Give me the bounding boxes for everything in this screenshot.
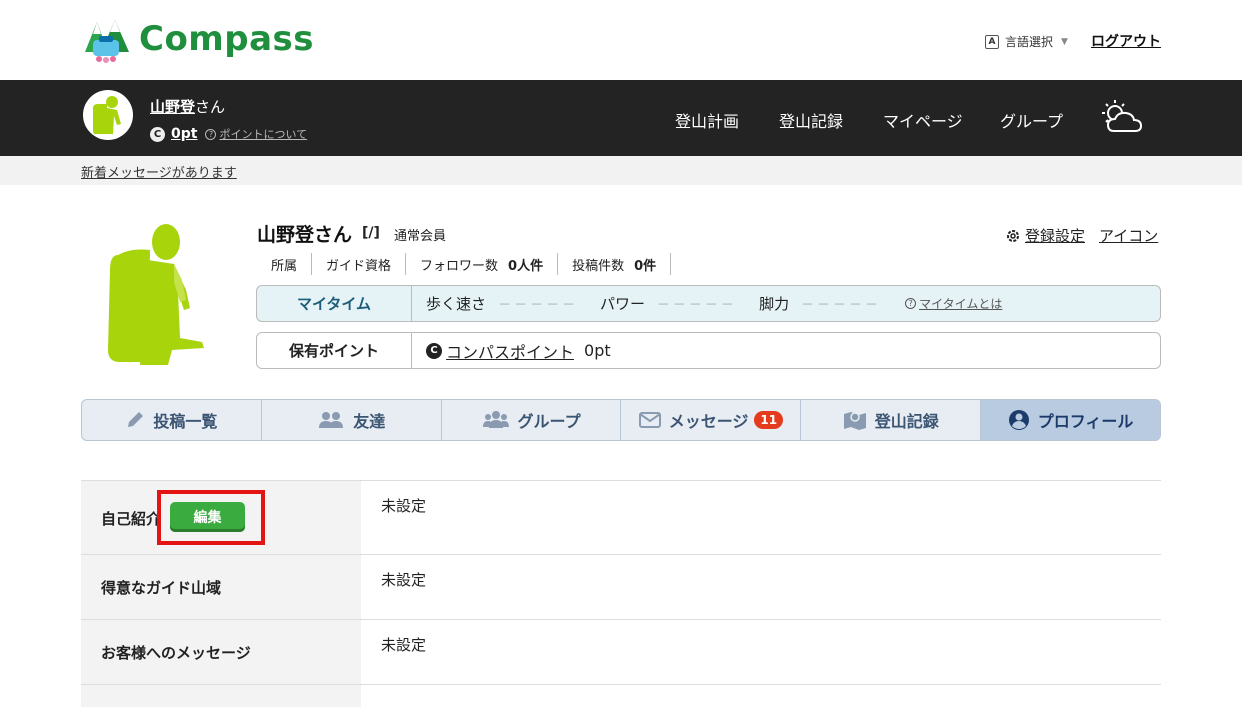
tab-climb-record[interactable]: 登山記録: [800, 400, 980, 440]
language-selector[interactable]: A 言語選択 ▼: [985, 33, 1068, 50]
nav-group[interactable]: グループ: [1000, 108, 1063, 132]
power-label: パワー: [600, 295, 646, 313]
nav-points-value[interactable]: 0pt: [171, 126, 197, 142]
profile-tabs: 投稿一覧 友達 グループ メッセージ 11 登山記録 プロフィール: [81, 399, 1161, 441]
stat-affiliation: 所属: [257, 253, 311, 275]
logo-text: Compass: [139, 19, 314, 59]
new-message-link[interactable]: 新着メッセージがあります: [81, 162, 237, 181]
nav-points: C 0pt ? ポイントについて: [150, 126, 307, 142]
friends-icon: [319, 412, 344, 428]
detail-value-guide-area: 未設定: [381, 571, 427, 589]
mytime-title: マイタイム: [257, 286, 412, 321]
stat-affiliation-label: 所属: [271, 258, 298, 274]
tab-posts-label: 投稿一覧: [153, 412, 218, 431]
user-circle-icon: [1008, 410, 1029, 430]
language-icon: A: [985, 34, 999, 49]
map-icon: [843, 412, 866, 430]
mytime-help-link[interactable]: ? マイタイムとは: [905, 295, 1002, 312]
nav-user-suffix: さん: [195, 98, 226, 116]
profile-rank: [/]: [362, 225, 380, 241]
mytime-power: パワー －－－－－: [600, 293, 737, 314]
logout-link[interactable]: ログアウト: [1091, 31, 1161, 51]
mytime-box: マイタイム 歩く速さ －－－－－ パワー －－－－－ 脚力 －－－－－ ? マイタイム…: [256, 285, 1161, 322]
walk-speed-label: 歩く速さ: [426, 295, 487, 313]
leg-strength-label: 脚力: [759, 295, 790, 313]
stat-guide-license: ガイド資格: [311, 253, 405, 275]
registration-settings-link[interactable]: 登録設定: [1005, 225, 1085, 246]
member-type: 通常会員: [394, 229, 447, 244]
detail-label-customer-message: お客様へのメッセージ: [81, 620, 361, 685]
stat-followers-value: 0人件: [508, 258, 544, 274]
points-help-label: ポイントについて: [219, 128, 308, 141]
nav-user-name[interactable]: 山野登: [150, 98, 195, 116]
nav-my-page[interactable]: マイページ: [883, 108, 963, 132]
icon-settings-link[interactable]: アイコン: [1099, 225, 1158, 246]
mytime-leg-strength: 脚力 －－－－－: [759, 293, 881, 314]
stat-followers[interactable]: フォロワー数 0人件: [405, 253, 557, 275]
highlight-annotation-box: [157, 490, 265, 545]
question-icon: ?: [205, 128, 217, 140]
stat-followers-label: フォロワー数: [420, 258, 499, 274]
mytime-help-label: マイタイムとは: [919, 297, 1003, 311]
stat-posts-value: 0件: [634, 258, 657, 274]
tab-messages-label: メッセージ: [668, 412, 749, 431]
walk-speed-value: －－－－－: [498, 298, 579, 313]
tab-friends[interactable]: 友達: [260, 400, 441, 440]
nav-climb-record[interactable]: 登山記録: [779, 108, 843, 132]
gear-icon: [1007, 229, 1019, 242]
leg-strength-value: －－－－－: [801, 298, 882, 313]
detail-label-guide-area: 得意なガイド山域: [81, 555, 361, 619]
tab-climb-record-label: 登山記録: [874, 412, 939, 431]
compass-point-icon: C: [426, 342, 442, 359]
language-label: 言語選択: [1005, 35, 1054, 49]
nav-user-greeting: 山野登さん: [150, 96, 225, 117]
stat-guide-license-label: ガイド資格: [326, 258, 392, 274]
pencil-icon: [128, 412, 144, 427]
points-box-title: 保有ポイント: [257, 333, 412, 368]
main-navbar: 山野登さん C 0pt ? ポイントについて 登山計画 登山記録 マイページ グ…: [0, 80, 1242, 156]
detail-value-customer-message: 未設定: [381, 636, 427, 654]
points-box: 保有ポイント C コンパスポイント 0pt: [256, 332, 1161, 369]
points-help-link[interactable]: ? ポイントについて: [205, 126, 307, 142]
registration-settings-label: 登録設定: [1025, 227, 1086, 245]
nav-climb-plan[interactable]: 登山計画: [675, 108, 739, 132]
compass-logo[interactable]: Compass: [81, 14, 314, 64]
weather-cloud-sun-icon[interactable]: [1100, 98, 1144, 138]
tab-friends-label: 友達: [353, 412, 386, 431]
group-icon: [482, 411, 509, 428]
detail-row-guide-area: 得意なガイド山域 未設定: [81, 554, 1161, 619]
stat-posts[interactable]: 投稿件数 0件: [557, 253, 672, 275]
top-header: Compass A 言語選択 ▼ ログアウト: [0, 0, 1242, 80]
hiker-silhouette-icon: [93, 96, 121, 134]
profile-silhouette-image[interactable]: [100, 220, 210, 368]
notice-strip: 新着メッセージがあります: [0, 156, 1242, 185]
caret-down-icon: ▼: [1061, 36, 1068, 47]
detail-label-empty: [81, 685, 361, 707]
compass-points-link[interactable]: コンパスポイント: [446, 339, 574, 363]
compass-point-icon: C: [150, 126, 165, 142]
mytime-body: 歩く速さ －－－－－ パワー －－－－－ 脚力 －－－－－ ? マイタイムとは: [412, 286, 1002, 321]
compass-points-value: 0pt: [584, 341, 611, 360]
question-icon: ?: [905, 298, 917, 309]
user-avatar[interactable]: [83, 90, 133, 140]
envelope-icon: [638, 412, 661, 428]
tab-profile[interactable]: プロフィール: [980, 400, 1160, 440]
detail-value-intro: 未設定: [381, 497, 427, 515]
mountain-logo-icon: [85, 20, 129, 63]
power-value: －－－－－: [657, 298, 738, 313]
tab-messages[interactable]: メッセージ 11: [620, 400, 800, 440]
profile-name: 山野登さん: [257, 224, 353, 246]
tab-group-label: グループ: [517, 412, 581, 431]
detail-row-customer-message: お客様へのメッセージ 未設定: [81, 619, 1161, 685]
message-count-badge: 11: [754, 411, 784, 429]
mytime-walk-speed: 歩く速さ －－－－－: [426, 293, 578, 314]
points-box-body: C コンパスポイント 0pt: [412, 333, 611, 368]
tab-profile-label: プロフィール: [1037, 412, 1134, 431]
tab-group[interactable]: グループ: [440, 400, 621, 440]
stat-posts-label: 投稿件数: [572, 258, 625, 274]
detail-row-empty: [81, 684, 1161, 707]
profile-stats: 所属 ガイド資格 フォロワー数 0人件 投稿件数 0件: [257, 253, 672, 275]
tab-posts[interactable]: 投稿一覧: [82, 400, 261, 440]
